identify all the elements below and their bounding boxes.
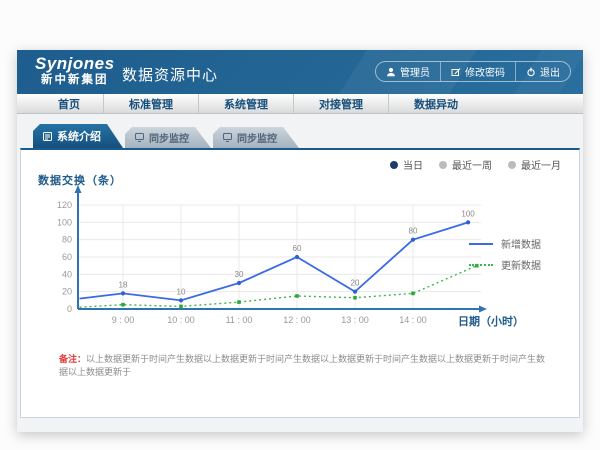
svg-text:80: 80 — [62, 235, 72, 245]
svg-text:0: 0 — [67, 304, 72, 314]
svg-text:30: 30 — [235, 270, 244, 279]
monitor-icon — [135, 133, 144, 142]
svg-text:13 : 00: 13 : 00 — [341, 315, 369, 325]
nav-item-data-change[interactable]: 数据异动 — [388, 94, 483, 113]
svg-text:18: 18 — [119, 280, 128, 289]
solid-line-icon — [469, 243, 493, 245]
user-actions-group: 管理员 修改密码 退出 — [375, 61, 571, 82]
svg-text:80: 80 — [409, 227, 418, 236]
nav-item-interface-management[interactable]: 对接管理 — [293, 94, 388, 113]
footnote-prefix: 备注： — [59, 354, 86, 364]
chart-panel: 当日 最近一周 最近一月 数据交换（条） 0204060801001209 : … — [20, 148, 580, 418]
tab-sync-monitor-1[interactable]: 同步监控 — [125, 127, 211, 148]
legend-label: 新增数据 — [501, 236, 541, 251]
svg-text:100: 100 — [57, 217, 72, 227]
tab-label: 系统介绍 — [57, 128, 101, 144]
x-axis-title: 日期（小时） — [458, 313, 524, 329]
change-password-button[interactable]: 修改密码 — [440, 62, 515, 81]
main-nav: 首页 标准管理 系统管理 对接管理 数据异动 — [17, 94, 583, 114]
dotted-line-icon — [469, 264, 493, 266]
tab-sync-monitor-2[interactable]: 同步监控 — [213, 127, 299, 148]
power-icon — [526, 67, 536, 77]
footnote-text: 以上数据更新于时间产生数据以上数据更新于时间产生数据以上数据更新于时间产生数据以… — [59, 354, 545, 377]
svg-text:11 : 00: 11 : 00 — [226, 315, 253, 325]
admin-user-label: 管理员 — [400, 64, 430, 79]
tab-bar: 系统介绍 同步监控 同步监控 — [33, 124, 301, 148]
nav-item-home[interactable]: 首页 — [35, 94, 103, 113]
monitor-icon — [223, 133, 232, 142]
company-logo: Synjones 新中新集团 — [35, 54, 115, 87]
legend-item-updated-data[interactable]: 更新数据 — [469, 254, 541, 275]
svg-text:12 : 00: 12 : 00 — [283, 315, 311, 325]
nav-item-standard-management[interactable]: 标准管理 — [103, 94, 198, 113]
legend-item-new-data[interactable]: 新增数据 — [469, 233, 541, 254]
svg-text:60: 60 — [293, 244, 302, 253]
header: Synjones 新中新集团 数据资源中心 管理员 修改密码 退出 — [17, 50, 583, 94]
svg-text:10: 10 — [177, 287, 186, 296]
document-icon — [43, 132, 52, 141]
change-password-label: 修改密码 — [465, 64, 505, 79]
app-window: Synjones 新中新集团 数据资源中心 管理员 修改密码 退出 首页 标准管… — [17, 50, 583, 432]
page-title: 数据资源中心 — [122, 64, 218, 85]
svg-text:40: 40 — [62, 269, 72, 279]
tab-label: 同步监控 — [237, 130, 277, 145]
svg-text:9 : 00: 9 : 00 — [112, 315, 135, 325]
logout-button[interactable]: 退出 — [515, 62, 570, 81]
svg-text:60: 60 — [62, 252, 72, 262]
series-legend: 新增数据 更新数据 — [469, 233, 541, 275]
svg-text:20: 20 — [62, 287, 72, 297]
footnote: 备注：以上数据更新于时间产生数据以上数据更新于时间产生数据以上数据更新于时间产生… — [59, 353, 549, 379]
tab-system-intro[interactable]: 系统介绍 — [33, 124, 123, 148]
svg-text:10 : 00: 10 : 00 — [167, 315, 195, 325]
admin-user-button[interactable]: 管理员 — [376, 62, 440, 81]
svg-text:14 : 00: 14 : 00 — [399, 315, 427, 325]
logout-label: 退出 — [540, 64, 560, 79]
nav-item-system-management[interactable]: 系统管理 — [198, 94, 293, 113]
logo-company-name: 新中新集团 — [35, 73, 115, 87]
svg-text:120: 120 — [57, 200, 72, 210]
edit-icon — [451, 67, 461, 77]
legend-label: 更新数据 — [501, 257, 541, 272]
svg-text:20: 20 — [351, 279, 360, 288]
tab-label: 同步监控 — [149, 130, 189, 145]
logo-brand-text: Synjones — [35, 54, 115, 73]
user-icon — [386, 67, 396, 77]
svg-text:100: 100 — [461, 209, 475, 218]
